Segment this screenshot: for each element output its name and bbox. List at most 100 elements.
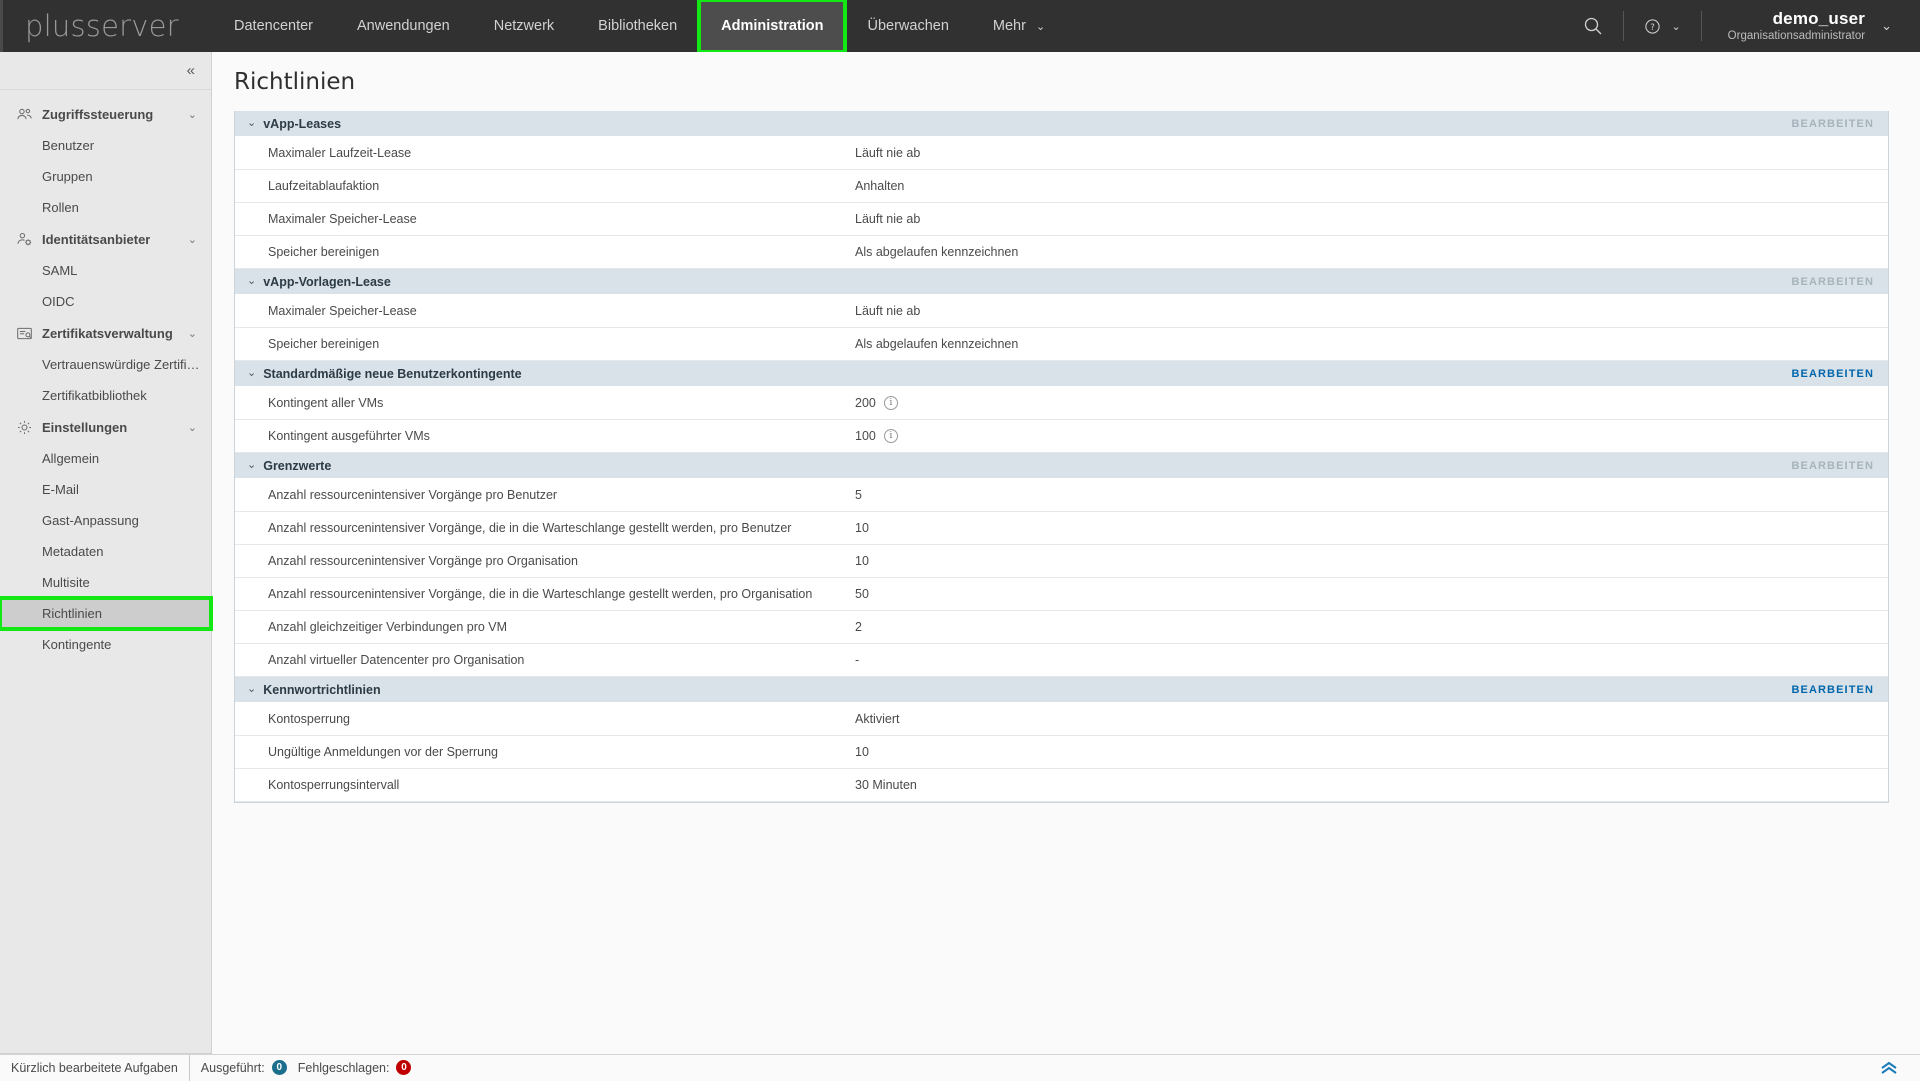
sidebar-group-zertifikatsverwaltung[interactable]: Zertifikatsverwaltung⌄ — [0, 317, 211, 349]
sidebar-item-richtlinien[interactable]: Richtlinien — [0, 598, 211, 629]
sidebar-group-chevron-down-icon: ⌄ — [188, 233, 197, 246]
policy-row-label: Speicher bereinigen — [235, 245, 855, 259]
sidebar-item-gast-anpassung[interactable]: Gast-Anpassung — [0, 505, 211, 536]
policy-row: Kontingent ausgeführter VMs100i — [235, 420, 1888, 453]
sidebar-item-oidc[interactable]: OIDC — [0, 286, 211, 317]
section-title: vApp-Leases — [263, 117, 341, 131]
user-menu[interactable]: demo_user Organisationsadministrator ⌄ — [1706, 8, 1902, 44]
section-edit-button: BEARBEITEN — [1791, 276, 1874, 288]
info-icon[interactable]: i — [884, 429, 898, 443]
user-identity: demo_user Organisationsadministrator — [1728, 8, 1865, 44]
policy-row: Speicher bereinigenAls abgelaufen kennze… — [235, 236, 1888, 269]
policy-row-value-wrap: Läuft nie ab — [855, 304, 920, 318]
sidebar-item-label: Kontingente — [42, 637, 201, 652]
section-edit-button[interactable]: BEARBEITEN — [1791, 368, 1874, 380]
policy-row-value-wrap: Läuft nie ab — [855, 212, 920, 226]
policy-row: Kontingent aller VMs200i — [235, 387, 1888, 420]
user-gear-icon — [16, 231, 33, 248]
policy-row-value: 2 — [855, 620, 862, 634]
policy-row-label: Kontosperrungsintervall — [235, 778, 855, 792]
policy-row-value-wrap: - — [855, 653, 859, 667]
chevron-up-icon — [1880, 1061, 1898, 1075]
section-chevron-down-icon[interactable]: ⌄ — [247, 684, 256, 695]
nav-item--berwachen[interactable]: Überwachen — [845, 0, 970, 52]
sidebar-group-einstellungen[interactable]: Einstellungen⌄ — [0, 411, 211, 443]
search-button[interactable] — [1567, 0, 1619, 52]
scroll-to-top-button[interactable] — [1880, 1061, 1920, 1075]
sidebar-item-vertrauensw-rdige-zertifi-[interactable]: Vertrauenswürdige Zertifi… — [0, 349, 211, 380]
policy-row-value-wrap: Als abgelaufen kennzeichnen — [855, 337, 1018, 351]
nav-item-mehr[interactable]: Mehr⌄ — [971, 0, 1067, 52]
sidebar-item-saml[interactable]: SAML — [0, 255, 211, 286]
policy-row: Maximaler Laufzeit-LeaseLäuft nie ab — [235, 137, 1888, 170]
sidebar-item-rollen[interactable]: Rollen — [0, 192, 211, 223]
nav-item-bibliotheken[interactable]: Bibliotheken — [576, 0, 699, 52]
double-chevron-left-icon: « — [187, 62, 195, 79]
sidebar-item-label: Multisite — [42, 575, 201, 590]
section-header-standardm-ige-neue-benutzerkontingente[interactable]: ⌄ Standardmäßige neue Benutzerkontingente… — [235, 361, 1888, 387]
sidebar-item-benutzer[interactable]: Benutzer — [0, 130, 211, 161]
policy-row-label: Anzahl gleichzeitiger Verbindungen pro V… — [235, 620, 855, 634]
nav-item-administration[interactable]: Administration — [699, 0, 845, 52]
policy-row: Anzahl gleichzeitiger Verbindungen pro V… — [235, 611, 1888, 644]
sidebar-collapse-button[interactable]: « — [0, 52, 211, 90]
sidebar-item-label: SAML — [42, 263, 201, 278]
toolbar-divider-1 — [1623, 11, 1624, 41]
policy-row-value: Als abgelaufen kennzeichnen — [855, 337, 1018, 351]
policy-row-label: Laufzeitablaufaktion — [235, 179, 855, 193]
section-header-vapp-leases[interactable]: ⌄vApp-LeasesBEARBEITEN — [235, 111, 1888, 137]
sidebar-group-zugriffssteuerung[interactable]: Zugriffssteuerung⌄ — [0, 98, 211, 130]
sidebar-item-multisite[interactable]: Multisite — [0, 567, 211, 598]
sidebar-item-zertifikatbibliothek[interactable]: Zertifikatbibliothek — [0, 380, 211, 411]
page-title: Richtlinien — [213, 52, 1920, 111]
sidebar-item-e-mail[interactable]: E-Mail — [0, 474, 211, 505]
running-tasks-status[interactable]: Ausgeführt: 0 — [190, 1060, 287, 1075]
recent-tasks-button[interactable]: Kürzlich bearbeitete Aufgaben — [0, 1055, 190, 1081]
sidebar-item-metadaten[interactable]: Metadaten — [0, 536, 211, 567]
top-navigation-bar: plusserver Datencenter Anwendungen Netzwer… — [0, 0, 1920, 52]
section-header-grenzwerte[interactable]: ⌄GrenzwerteBEARBEITEN — [235, 453, 1888, 479]
policy-row-value: 5 — [855, 488, 862, 502]
nav-item-label: Bibliotheken — [598, 18, 677, 34]
section-title: Standardmäßige neue Benutzerkontingente — [263, 367, 521, 381]
policy-row-value: Als abgelaufen kennzeichnen — [855, 245, 1018, 259]
brand-logo-text: plusserver — [25, 9, 179, 43]
sidebar-item-label: OIDC — [42, 294, 201, 309]
sidebar-item-allgemein[interactable]: Allgemein — [0, 443, 211, 474]
sidebar-group-identit-tsanbieter[interactable]: Identitätsanbieter⌄ — [0, 223, 211, 255]
sidebar-group-label: Einstellungen — [42, 420, 127, 435]
nav-item-label: Mehr — [993, 18, 1026, 34]
policy-row-value: 100 — [855, 429, 876, 443]
brand-logo[interactable]: plusserver — [0, 0, 212, 52]
section-chevron-down-icon[interactable]: ⌄ — [247, 276, 256, 287]
policy-row-value-wrap: 10 — [855, 521, 869, 535]
section-header-kennwortrichtlinien[interactable]: ⌄KennwortrichtlinienBEARBEITEN — [235, 677, 1888, 703]
svg-text:?: ? — [1651, 22, 1656, 32]
nav-item-datencenter[interactable]: Datencenter — [212, 0, 335, 52]
toolbar-divider-2 — [1701, 11, 1702, 41]
policy-row-value-wrap: 50 — [855, 587, 869, 601]
section-edit-button[interactable]: BEARBEITEN — [1791, 684, 1874, 696]
section-header-vapp-vorlagen-lease[interactable]: ⌄vApp-Vorlagen-LeaseBEARBEITEN — [235, 269, 1888, 295]
nav-item-netzwerk[interactable]: Netzwerk — [472, 0, 576, 52]
section-chevron-down-icon[interactable]: ⌄ — [247, 368, 256, 379]
nav-item-label: Anwendungen — [357, 18, 450, 34]
policy-row-label: Anzahl ressourcenintensiver Vorgänge pro… — [235, 488, 855, 502]
policy-row: Maximaler Speicher-LeaseLäuft nie ab — [235, 203, 1888, 236]
recent-tasks-label: Kürzlich bearbeitete Aufgaben — [11, 1061, 178, 1075]
sidebar-item-kontingente[interactable]: Kontingente — [0, 629, 211, 660]
failed-tasks-badge: 0 — [396, 1060, 411, 1075]
sidebar-item-gruppen[interactable]: Gruppen — [0, 161, 211, 192]
help-button[interactable]: ? ⌄ — [1628, 0, 1696, 52]
sidebar-item-label: E-Mail — [42, 482, 201, 497]
policy-row-value: - — [855, 653, 859, 667]
policy-row-value-wrap: Anhalten — [855, 179, 904, 193]
section-chevron-down-icon[interactable]: ⌄ — [247, 118, 256, 129]
nav-item-anwendungen[interactable]: Anwendungen — [335, 0, 472, 52]
policy-row: Speicher bereinigenAls abgelaufen kennze… — [235, 328, 1888, 361]
help-icon: ? — [1644, 18, 1661, 35]
section-chevron-down-icon[interactable]: ⌄ — [247, 460, 256, 471]
policy-row-value: Aktiviert — [855, 712, 899, 726]
failed-tasks-status[interactable]: Fehlgeschlagen: 0 — [287, 1060, 412, 1075]
info-icon[interactable]: i — [884, 396, 898, 410]
